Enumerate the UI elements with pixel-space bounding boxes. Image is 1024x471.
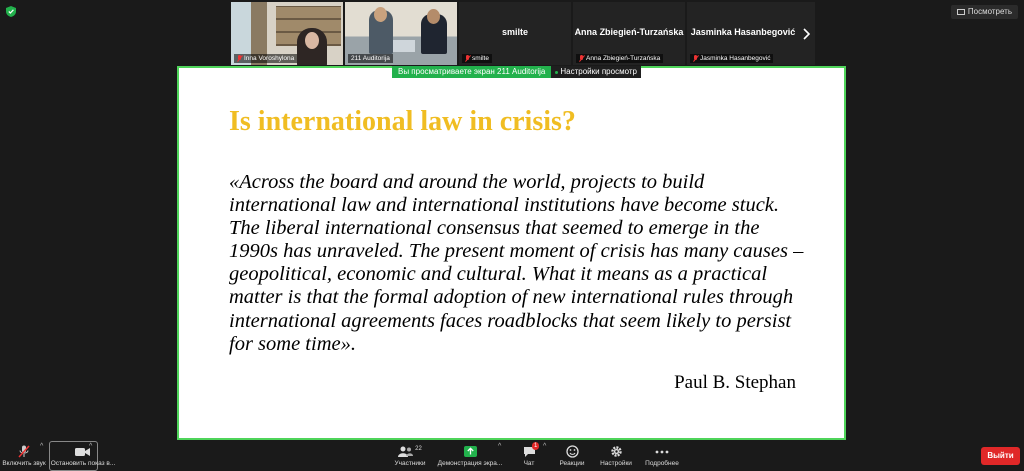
view-options-button[interactable]: Посмотреть	[950, 5, 1018, 19]
next-participants-button[interactable]	[797, 2, 815, 65]
view-settings-menu[interactable]: Настройки просмотр	[551, 66, 641, 78]
leave-meeting-button[interactable]: Выйти	[981, 447, 1020, 465]
video-options-caret-icon[interactable]: ^	[89, 443, 92, 450]
participant-name: Jasminka Hasanbegović	[700, 55, 771, 62]
participants-count: 22	[415, 445, 422, 452]
participant-tile[interactable]: Anna Zbiegień-Turzańska Anna Zbiegień-Tu…	[573, 2, 685, 65]
slide-quote: «Across the board and around the world, …	[229, 171, 804, 355]
participant-display-name: Jasminka Hasanbegović	[690, 27, 796, 37]
view-options-label: Посмотреть	[967, 7, 1012, 16]
participant-tile[interactable]: smilte smilte	[459, 2, 571, 65]
chat-label: Чат	[523, 460, 535, 467]
screen-share-banner: Вы просматриваете экран 211 Auditorija Н…	[392, 66, 641, 78]
participant-name-tag: smilte	[462, 54, 492, 63]
participant-tile-active[interactable]: 211 Auditorija	[345, 2, 457, 65]
more-button[interactable]: Подробнее	[642, 441, 682, 471]
participant-name: Anna Zbiegień-Turzańska	[586, 55, 661, 62]
muted-mic-icon	[693, 55, 698, 62]
participants-button[interactable]: 22 Участники	[392, 441, 428, 471]
participant-name-tag: 211 Auditorija	[348, 54, 393, 63]
slide-author: Paul B. Stephan	[674, 372, 796, 393]
participants-icon	[398, 446, 414, 457]
view-grid-icon	[956, 9, 965, 15]
shared-screen: Is international law in crisis? «Across …	[177, 66, 846, 440]
chat-options-caret-icon[interactable]: ^	[543, 443, 546, 450]
participant-tile[interactable]: Inna Voroshylona	[231, 2, 343, 65]
gear-icon	[610, 446, 622, 457]
participant-strip: Inna Voroshylona 211 Auditorija smilte s…	[231, 2, 799, 65]
participant-name-tag: Jasminka Hasanbegović	[690, 54, 774, 63]
audio-options-caret-icon[interactable]: ^	[40, 443, 43, 450]
reactions-button[interactable]: Реакции	[556, 441, 588, 471]
view-settings-label: Настройки просмотр	[560, 67, 637, 76]
participants-label: Участники	[394, 460, 426, 467]
muted-mic-icon	[237, 55, 242, 62]
status-dot-icon	[555, 70, 559, 74]
participant-display-name: smilte	[501, 27, 528, 37]
participant-name-tag: Inna Voroshylona	[234, 54, 298, 63]
slide-title: Is international law in crisis?	[229, 106, 576, 137]
participant-name-tag: Anna Zbiegień-Turzańska	[576, 54, 664, 63]
security-shield-icon[interactable]	[6, 6, 16, 17]
settings-label: Настройки	[600, 460, 632, 467]
muted-mic-icon	[18, 445, 30, 458]
stop-video-label: Остановить показ в...	[50, 460, 116, 467]
smiley-icon	[565, 445, 579, 458]
stop-video-button[interactable]: Остановить показ в...	[50, 441, 116, 471]
muted-mic-icon	[579, 55, 584, 62]
unmute-label: Включить звук	[2, 460, 46, 467]
chevron-right-icon	[803, 27, 810, 40]
share-screen-icon	[463, 446, 477, 457]
participant-display-name: Anna Zbiegień-Turzańska	[574, 27, 684, 37]
more-label: Подробнее	[645, 460, 679, 467]
meeting-toolbar: Включить звук ^ Остановить показ в... ^ …	[0, 441, 1024, 471]
more-dots-icon	[655, 450, 669, 453]
settings-button[interactable]: Настройки	[598, 441, 634, 471]
share-screen-button[interactable]: Демонстрация экра...	[436, 441, 504, 471]
share-screen-label: Демонстрация экра...	[437, 460, 503, 467]
participant-name: smilte	[472, 55, 489, 62]
participant-tile[interactable]: Jasminka Hasanbegović Jasminka Hasanbego…	[687, 2, 799, 65]
viewing-screen-text: Вы просматриваете экран 211 Auditorija	[392, 66, 552, 78]
participant-name: Inna Voroshylona	[244, 55, 295, 62]
participant-name: 211 Auditorija	[351, 55, 390, 62]
muted-mic-icon	[465, 55, 470, 62]
share-options-caret-icon[interactable]: ^	[498, 443, 501, 450]
reactions-label: Реакции	[559, 460, 585, 467]
